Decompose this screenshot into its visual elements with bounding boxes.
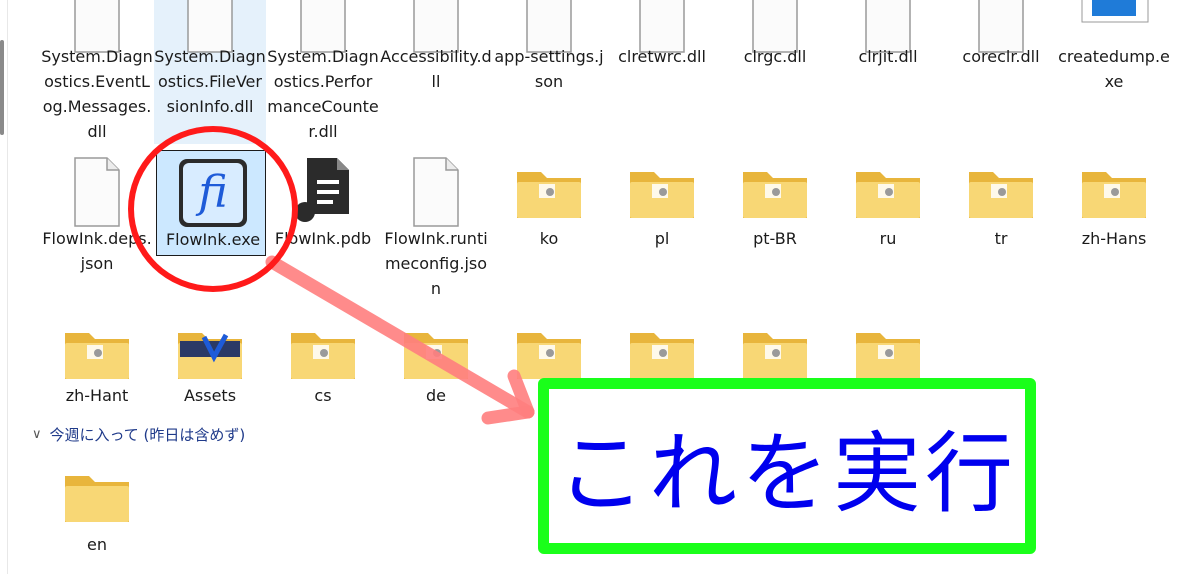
file-item[interactable]: tr xyxy=(945,150,1057,298)
file-name-label: clrgc.dll xyxy=(743,47,807,66)
file-item[interactable]: System.Diagnostics.PerformanceCounter.dl… xyxy=(267,0,379,144)
file-name-label: zh-Hans xyxy=(1081,229,1147,248)
assets-folder-icon xyxy=(174,317,246,389)
file-name-label: cs xyxy=(314,386,332,405)
file-name-label: System.Diagnostics.PerformanceCounter.dl… xyxy=(267,47,379,141)
file-item[interactable]: createdump.exe xyxy=(1058,0,1170,144)
file-name-label: pt-BR xyxy=(753,229,797,248)
blank-file-icon xyxy=(61,156,133,228)
blank-file-icon xyxy=(400,156,472,228)
file-item[interactable]: pt-BR xyxy=(719,150,831,298)
folder-icon xyxy=(1078,156,1150,228)
pdb-file-icon xyxy=(287,156,359,228)
file-item[interactable]: de xyxy=(380,307,492,427)
file-name-label: Accessibility.dll xyxy=(380,47,492,91)
file-item[interactable]: cs xyxy=(267,307,379,427)
file-name-label: de xyxy=(426,386,446,405)
file-item[interactable]: Assets xyxy=(154,307,266,427)
file-item[interactable]: clrgc.dll xyxy=(719,0,831,144)
folder-icon xyxy=(739,156,811,228)
file-name-label: app-settings.json xyxy=(494,47,604,91)
file-item[interactable]: FlowInk.runtimeconfig.json xyxy=(380,150,492,298)
folder-icon xyxy=(61,460,133,532)
file-name-label: zh-Hant xyxy=(65,386,129,405)
folder-icon xyxy=(965,156,1037,228)
file-item[interactable]: System.Diagnostics.FileVersionInfo.dll xyxy=(154,0,266,144)
file-name-label: pl xyxy=(654,229,670,248)
group-header[interactable]: ∨ 今週に入って (昨日は含めず) xyxy=(32,424,245,445)
folder-icon xyxy=(852,156,924,228)
file-item[interactable]: zh-Hans xyxy=(1058,150,1170,298)
folder-icon xyxy=(626,156,698,228)
file-item[interactable]: ko xyxy=(493,150,605,298)
folder-icon xyxy=(513,156,585,228)
file-name-label: coreclr.dll xyxy=(962,47,1040,66)
file-item[interactable]: Accessibility.dll xyxy=(380,0,492,144)
file-item[interactable]: pl xyxy=(606,150,718,298)
file-name-label: clrjit.dll xyxy=(858,47,918,66)
file-name-label: System.Diagnostics.FileVersionInfo.dll xyxy=(154,47,266,116)
file-item[interactable]: zh-Hant xyxy=(41,307,153,427)
file-name-label: tr xyxy=(994,229,1008,248)
file-name-label: ko xyxy=(539,229,559,248)
file-name-label: en xyxy=(87,535,107,554)
file-item[interactable]: System.Diagnostics.EventLog.Messages.dll xyxy=(41,0,153,144)
folder-icon xyxy=(61,317,133,389)
folder-icon xyxy=(400,317,472,389)
file-item[interactable]: coreclr.dll xyxy=(945,0,1057,144)
file-item[interactable]: en xyxy=(41,460,153,570)
file-name-label: createdump.exe xyxy=(1058,47,1170,91)
annotation-circle xyxy=(128,126,298,292)
file-item[interactable]: clretwrc.dll xyxy=(606,0,718,144)
annotation-callout: これを実行 xyxy=(538,378,1036,554)
vertical-scrollbar-thumb[interactable] xyxy=(0,40,4,135)
group-header-label: 今週に入って (昨日は含めず) xyxy=(49,426,246,444)
file-name-label: System.Diagnostics.EventLog.Messages.dll xyxy=(41,47,153,141)
file-name-label: Assets xyxy=(183,386,237,405)
file-item[interactable]: ru xyxy=(832,150,944,298)
file-name-label: ru xyxy=(879,229,897,248)
file-name-label: clretwrc.dll xyxy=(618,47,706,66)
file-item[interactable]: app-settings.json xyxy=(493,0,605,144)
file-name-label: FlowInk.runtimeconfig.json xyxy=(384,229,488,298)
annotation-text: これを実行 xyxy=(556,421,1017,525)
file-item[interactable]: clrjit.dll xyxy=(832,0,944,144)
folder-icon xyxy=(287,317,359,389)
chevron-down-icon[interactable]: ∨ xyxy=(32,427,42,442)
